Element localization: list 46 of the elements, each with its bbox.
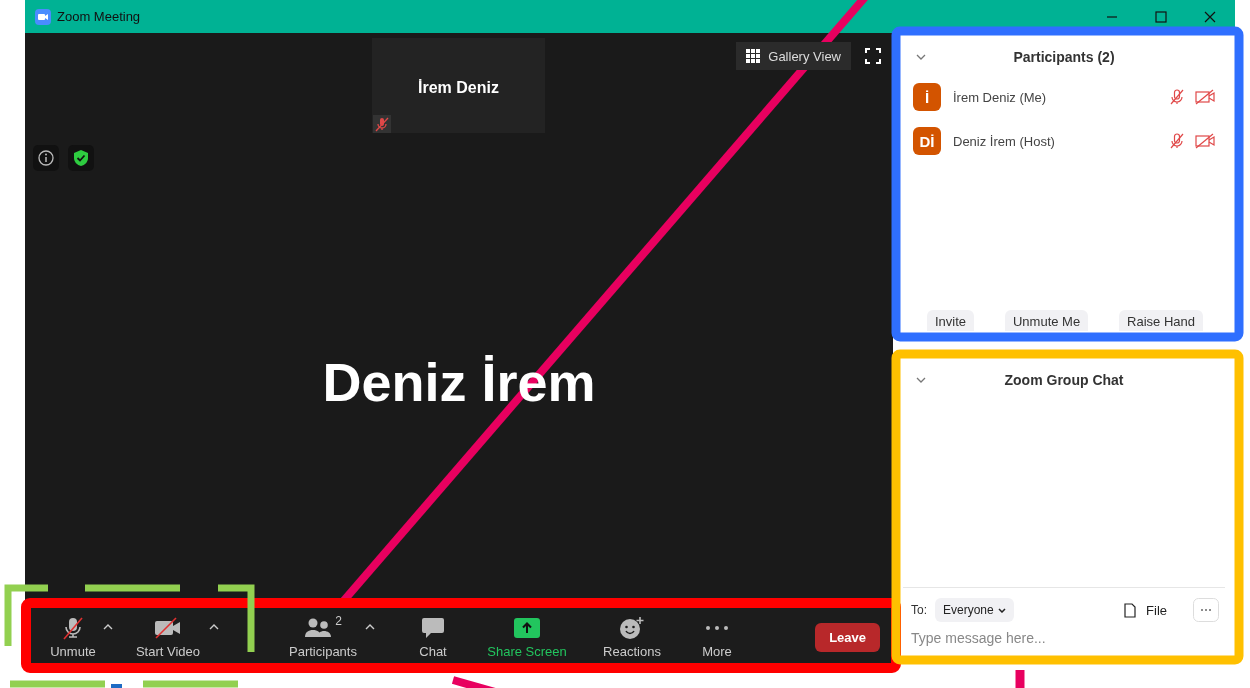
close-icon[interactable] (1204, 10, 1216, 23)
recipient-label: To: (911, 603, 927, 617)
reactions-button[interactable]: Reactions (599, 612, 665, 659)
shield-icon[interactable] (68, 145, 94, 171)
panel-title: Zoom Group Chat (1003, 372, 1125, 388)
participant-name: Deniz İrem (Host) (953, 133, 1056, 149)
gallery-view-button[interactable]: Gallery View (736, 42, 851, 70)
fullscreen-icon[interactable] (865, 48, 881, 64)
speech-bubble-icon (421, 616, 445, 639)
camera-icon (35, 8, 51, 25)
panel-button[interactable]: Invite (927, 310, 975, 331)
avatar: İ (913, 83, 941, 111)
participant-row[interactable]: Dİ Deniz İrem (Host) (913, 127, 1225, 155)
panel-button[interactable]: Unmute Me (1004, 310, 1089, 331)
more-icon (705, 624, 729, 631)
caret-icon[interactable] (103, 624, 113, 630)
window-title: Zoom Meeting (57, 9, 141, 24)
recipient-dropdown[interactable]: Everyone (935, 598, 1014, 622)
caret-icon[interactable] (365, 624, 375, 630)
camera-button[interactable]: Start Video (129, 612, 207, 659)
caret-icon[interactable] (209, 624, 219, 630)
smiley-plus-icon (619, 615, 645, 640)
people-icon (304, 616, 333, 639)
share-button[interactable]: Share Screen (484, 612, 570, 659)
leave-button[interactable]: Leave (815, 623, 880, 652)
participant-row[interactable]: İ İrem Deniz (Me) (913, 83, 1225, 111)
participant-count: 2 (335, 614, 342, 628)
file-icon (1124, 602, 1137, 618)
participant-name: İrem Deniz (417, 79, 500, 97)
avatar: Dİ (913, 127, 941, 155)
participants-button[interactable]: 2 Participants (283, 612, 363, 659)
marker (111, 684, 122, 688)
file-button[interactable]: File (1118, 601, 1173, 619)
more-button[interactable]: More (692, 612, 742, 659)
mic-button[interactable]: Unmute (45, 612, 101, 659)
info-icon[interactable] (33, 145, 59, 171)
chevron-down-icon[interactable] (916, 54, 926, 60)
participant-name: İrem Deniz (Me) (953, 89, 1048, 105)
share-screen-icon (514, 617, 540, 638)
panel-button[interactable]: Raise Hand (1119, 310, 1203, 331)
chevron-down-icon[interactable] (916, 377, 926, 383)
maximize-icon[interactable] (1155, 10, 1167, 23)
grid-icon (746, 49, 761, 63)
chat-button[interactable]: Chat (411, 612, 455, 659)
panel-title: Participants (2) (1012, 49, 1116, 65)
chevron-down-icon (997, 607, 1006, 613)
